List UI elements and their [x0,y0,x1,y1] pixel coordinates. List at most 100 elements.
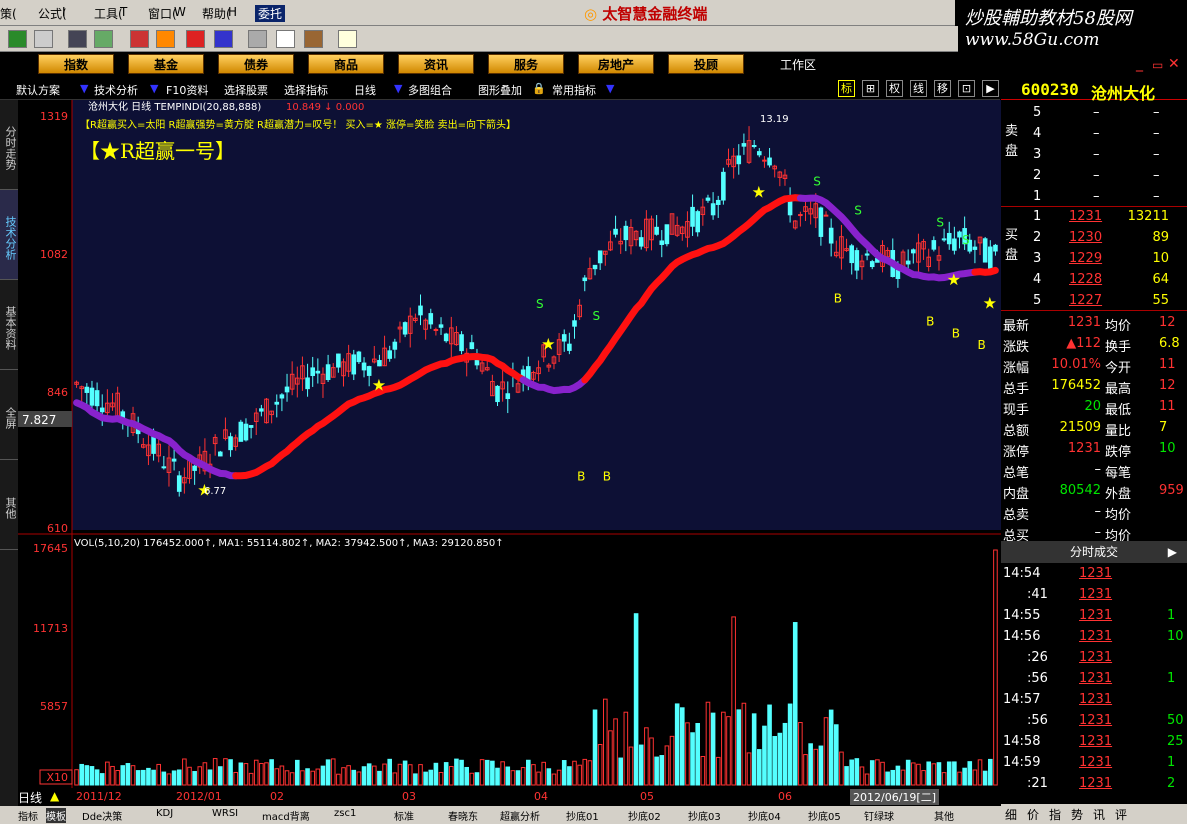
books-icon[interactable] [304,30,323,48]
dropdown-arrow-icon[interactable]: ▼ [80,82,88,95]
dropdown-arrow-icon[interactable]: ▼ [606,82,614,95]
cat-commodity[interactable]: 商品 [308,54,384,74]
cat-news[interactable]: 资讯 [398,54,474,74]
indicator-tab[interactable]: 抄底05 [808,808,841,823]
tab-technical[interactable]: 技术分析 [0,190,18,280]
mark-toggle[interactable]: 标 [838,80,855,97]
menu-help[interactable]: 帮助( [202,5,231,22]
tab-fullscreen[interactable]: 全屏 [0,370,18,460]
indicator-tab[interactable]: 抄底04 [748,808,781,823]
buy-order-row[interactable]: 2 1230 89 [1031,228,1187,249]
question-icon[interactable] [130,30,149,48]
sub-default-scheme[interactable]: 默认方案 [16,82,60,98]
indicator-tab[interactable]: 模板 [46,808,66,823]
right-tab[interactable]: 势 [1071,806,1083,823]
tick-row[interactable]: :56 1231 1 [1001,668,1187,689]
right-tab[interactable]: 细 [1005,806,1017,823]
sub-common-indicator[interactable]: 常用指标 [552,82,596,98]
buy-order-row[interactable]: 5 1227 55 [1031,291,1187,312]
sell-order-row[interactable]: 4 – – [1031,124,1187,145]
indicator-tab[interactable]: 春晓东 [448,808,478,823]
tick-row[interactable]: :21 1231 2 [1001,773,1187,794]
indicator-tab[interactable]: 超赢分析 [500,808,540,823]
sub-select-stock[interactable]: 选择股票 [224,82,268,98]
cat-advisor[interactable]: 投顾 [668,54,744,74]
buy-order-row[interactable]: 1 1231 13211 [1031,207,1187,228]
print-icon[interactable] [248,30,267,48]
play-icon[interactable]: ▶ [982,80,999,97]
dropdown-arrow-icon[interactable]: ▼ [150,82,158,95]
diamond-icon[interactable] [156,30,175,48]
people-icon[interactable] [94,30,113,48]
cat-index[interactable]: 指数 [38,54,114,74]
sub-tech-analysis[interactable]: 技术分析 [94,82,138,98]
cat-fund[interactable]: 基金 [128,54,204,74]
right-tab[interactable]: 评 [1115,806,1127,823]
play-icon[interactable]: ▶ [1168,541,1177,563]
sell-order-row[interactable]: 2 – – [1031,166,1187,187]
tab-other[interactable]: 其他 [0,460,18,550]
indicator-tab[interactable]: 抄底02 [628,808,661,823]
binoculars-icon[interactable] [68,30,87,48]
sub-daily[interactable]: 日线 [354,82,376,98]
expand-icon[interactable]: ⊡ [958,80,975,97]
menu-strategy[interactable]: 策( [0,5,17,22]
tick-row[interactable]: 14:55 1231 1 [1001,605,1187,626]
indicator-tab[interactable]: 抄底03 [688,808,721,823]
rights-toggle[interactable]: 权 [886,80,903,97]
indicator-tab[interactable]: Dde决策 [82,808,122,823]
indicator-tab[interactable]: 钉绿球 [864,808,894,823]
grid-icon[interactable] [34,30,53,48]
red-circle-icon[interactable] [186,30,205,48]
indicator-tab[interactable]: macd背离 [262,808,310,823]
sub-overlay[interactable]: 图形叠加 [478,82,522,98]
indicator-tab[interactable]: zsc1 [334,808,356,819]
right-tab[interactable]: 指 [1049,806,1061,823]
sell-order-row[interactable]: 3 – – [1031,145,1187,166]
menu-window[interactable]: 窗口( [148,5,177,22]
sub-select-indicator[interactable]: 选择指标 [284,82,328,98]
blue-circle-icon[interactable] [214,30,233,48]
tick-row[interactable]: 14:58 1231 25 [1001,731,1187,752]
close-icon[interactable]: ✕ [1168,56,1180,72]
indicator-tab[interactable]: 其他 [934,808,954,823]
sub-f10[interactable]: F10资料 [166,82,208,98]
buy-order-row[interactable]: 3 1229 10 [1031,249,1187,270]
tick-row[interactable]: 14:54 1231 [1001,563,1187,584]
indicator-tab[interactable]: KDJ [156,808,173,819]
indicator-tab[interactable]: 标准 [394,808,414,823]
tick-row[interactable]: 14:57 1231 [1001,689,1187,710]
tick-row[interactable]: :56 1231 50 [1001,710,1187,731]
menu-trade[interactable]: 委托 [255,5,286,22]
cat-realestate[interactable]: 房地产 [578,54,654,74]
line-toggle[interactable]: 线 [910,80,927,97]
tick-header[interactable]: 分时成交 ▶ [1001,541,1187,563]
lock-icon[interactable]: 🔒 [532,82,546,95]
tab-intraday[interactable]: 分时走势 [0,100,18,190]
right-tab[interactable]: 讯 [1093,806,1105,823]
menu-tools[interactable]: 工具( [94,5,123,22]
grid-toggle[interactable]: ⊞ [862,80,879,97]
sub-multi-chart[interactable]: 多图组合 [408,82,452,98]
sell-order-row[interactable]: 5 – – [1031,103,1187,124]
cat-bond[interactable]: 债券 [218,54,294,74]
move-toggle[interactable]: 移 [934,80,951,97]
help-cursor-icon[interactable] [338,30,357,48]
flag-icon[interactable] [8,30,27,48]
cat-service[interactable]: 服务 [488,54,564,74]
right-tab[interactable]: 价 [1027,806,1039,823]
restore-icon[interactable]: ▭ [1152,58,1163,72]
tick-row[interactable]: 14:56 1231 10 [1001,626,1187,647]
buy-order-row[interactable]: 4 1228 64 [1031,270,1187,291]
sell-order-row[interactable]: 1 – – [1031,187,1187,208]
tick-row[interactable]: 14:59 1231 1 [1001,752,1187,773]
dropdown-arrow-icon[interactable]: ▼ [394,82,402,95]
up-triangle-icon[interactable]: ▲ [50,789,59,803]
indicator-tab[interactable]: 指标 [18,808,38,823]
indicator-tab[interactable]: WRSI [212,808,238,819]
indicator-tab[interactable]: 抄底01 [566,808,599,823]
window-icon[interactable] [276,30,295,48]
workarea-label[interactable]: 工作区 [780,56,816,73]
kline-chart[interactable]: ★★★★★★B BBBBBSSSSSS 沧州大化 日线 TEMPINDI(20,8… [18,100,1001,788]
tick-row[interactable]: :26 1231 [1001,647,1187,668]
